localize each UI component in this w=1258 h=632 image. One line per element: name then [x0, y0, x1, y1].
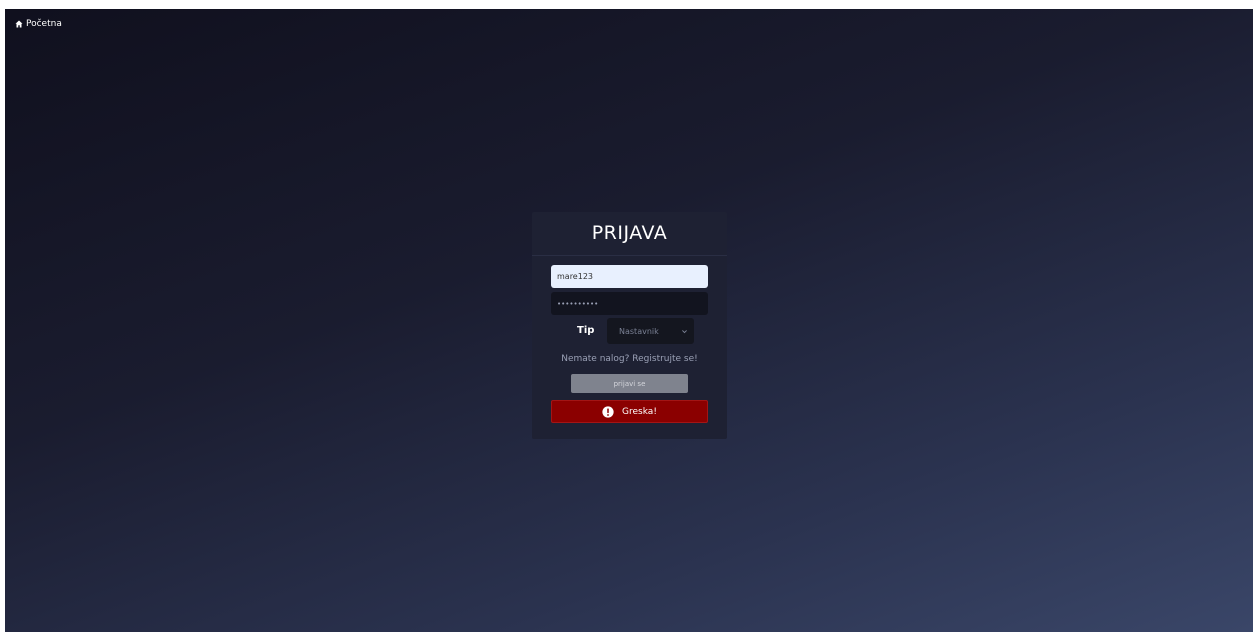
type-select-value: Nastavnik: [619, 326, 659, 336]
home-link[interactable]: Početna: [15, 19, 62, 29]
login-button[interactable]: prijavi se: [571, 374, 688, 393]
card-divider: [532, 255, 727, 256]
username-input[interactable]: [551, 265, 708, 288]
type-select[interactable]: Nastavnik: [607, 318, 694, 344]
chevron-down-icon: [681, 328, 688, 335]
login-title: PRIJAVA: [591, 222, 668, 244]
error-alert: Greska!: [551, 400, 708, 423]
page-background: Početna PRIJAVA Tip Nastavnik Nemate nal…: [5, 9, 1253, 632]
error-text: Greska!: [622, 406, 657, 417]
password-input[interactable]: [551, 292, 708, 315]
register-link[interactable]: Nemate nalog? Registrujte se!: [532, 354, 727, 364]
login-card: PRIJAVA Tip Nastavnik Nemate nalog? Regi…: [532, 212, 727, 439]
home-link-label: Početna: [26, 19, 62, 29]
home-icon: [15, 20, 23, 28]
type-label: Tip: [577, 325, 595, 336]
exclamation-circle-icon: [602, 405, 614, 418]
